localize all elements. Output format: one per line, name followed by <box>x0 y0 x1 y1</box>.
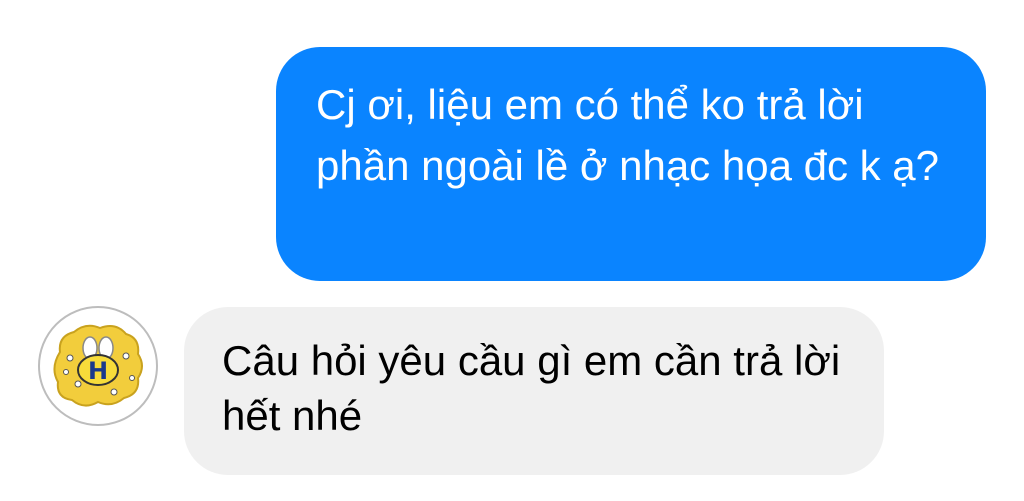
bee-logo-icon: H <box>53 324 143 407</box>
received-message-text: Câu hỏi yêu cầu gì em cần trả lời hết nh… <box>222 337 841 439</box>
sent-message-text: Cj ơi, liệu em có thể ko trả lời phần ng… <box>316 81 940 189</box>
contact-avatar[interactable]: H <box>38 306 158 426</box>
sent-message-bubble[interactable]: Cj ơi, liệu em có thể ko trả lời phần ng… <box>276 47 986 281</box>
avatar-letter: H <box>88 357 108 385</box>
received-message-bubble[interactable]: Câu hỏi yêu cầu gì em cần trả lời hết nh… <box>184 307 884 475</box>
conversation-view: Cj ơi, liệu em có thể ko trả lời phần ng… <box>0 0 1024 501</box>
